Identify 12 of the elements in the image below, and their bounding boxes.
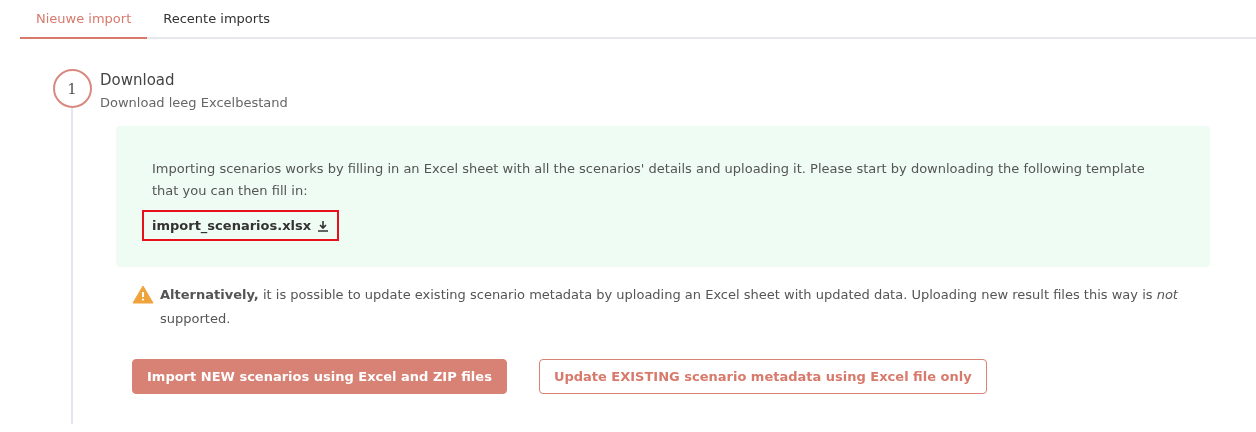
step-title: Download <box>100 71 176 89</box>
step-number: 1 <box>52 69 92 108</box>
warning-icon <box>132 285 154 304</box>
info-text: Importing scenarios works by filling in an Excel sheet with all the scenarios' details and uploading it. Please start by downloading the following template that you can then fill in: <box>152 160 1146 200</box>
update-button[interactable]: Update EXISTING scenario metadata using Excel file only <box>538 359 987 394</box>
import-button[interactable]: Import NEW scenarios using Excel and ZIP files <box>132 359 507 394</box>
warning-text: Alternatively, it is possible to update existing scenario metadata by uploading an Excel sheet with updated data. Uploading new result files this way is not supported. <box>160 286 1179 328</box>
tab[interactable]: Nieuwe import <box>20 0 148 39</box>
step-subtitle: Download leeg Excelbestand <box>100 95 289 110</box>
download-link[interactable]: import_scenarios.xlsx <box>142 210 340 241</box>
tab[interactable]: Recente imports <box>147 0 287 39</box>
download-icon <box>317 219 330 232</box>
